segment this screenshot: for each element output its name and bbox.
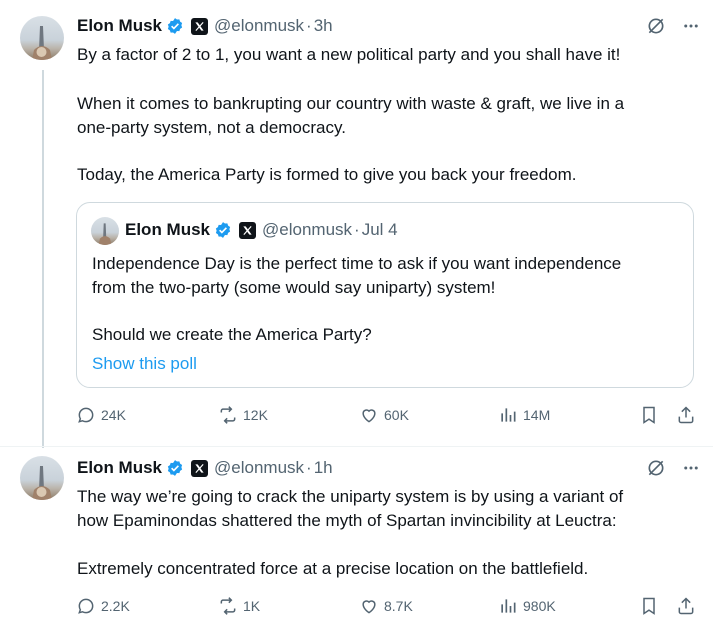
tweet-header: Elon Musk @elonmusk · 1h — [77, 458, 333, 478]
grok-icon[interactable] — [646, 458, 666, 478]
x-logo-icon — [191, 17, 209, 35]
tweet-text-line: When it comes to bankrupting our country… — [77, 94, 625, 113]
views-button[interactable]: 14M — [498, 405, 550, 425]
quoted-tweet[interactable]: Elon Musk @elonmusk · Jul 4 Independence… — [76, 202, 694, 388]
view-count: 14M — [523, 407, 551, 423]
verified-icon — [215, 222, 231, 238]
quoted-text-line: Should we create the America Party? — [92, 325, 372, 344]
reply-button[interactable]: 24K — [76, 405, 126, 425]
repost-icon — [220, 597, 236, 615]
like-button[interactable]: 8.7K — [359, 596, 413, 616]
views-button[interactable]: 980K — [498, 596, 556, 616]
views-icon — [501, 408, 516, 422]
quoted-tweet-header: Elon Musk @elonmusk · Jul 4 — [125, 220, 398, 240]
author-handle[interactable]: @elonmusk — [214, 458, 304, 478]
thread-line — [42, 70, 44, 448]
tweet-text-line: how Epaminondas shattered the myth of Sp… — [77, 511, 617, 530]
tweet-top-icons — [646, 458, 700, 478]
verified-icon — [167, 18, 183, 34]
tweet-text-line: Extremely concentrated force at a precis… — [77, 559, 589, 578]
timestamp[interactable]: 3h — [314, 16, 333, 36]
repost-icon — [220, 406, 236, 424]
author-name[interactable]: Elon Musk — [77, 458, 162, 478]
like-icon — [362, 600, 376, 614]
grok-icon[interactable] — [646, 16, 666, 36]
share-icon[interactable] — [676, 596, 696, 616]
tweet-text-line: The way we’re going to crack the unipart… — [77, 487, 624, 506]
separator: · — [306, 458, 312, 477]
tweet-text-line: Today, the America Party is formed to gi… — [77, 165, 577, 184]
reply-count: 24K — [101, 407, 126, 423]
tweet-header: Elon Musk @elonmusk · 3h — [77, 16, 333, 36]
avatar[interactable] — [20, 16, 64, 60]
like-icon — [362, 409, 376, 423]
share-icon[interactable] — [676, 405, 696, 425]
tweet-actions: 24K 12K 60K 14M — [76, 405, 696, 429]
quoted-text-line: from the two-party (some would say unipa… — [92, 278, 496, 297]
quoted-text-line: Independence Day is the perfect time to … — [92, 254, 622, 273]
separator: · — [306, 16, 312, 35]
like-count: 8.7K — [384, 598, 413, 614]
bookmark-icon[interactable] — [639, 405, 659, 425]
more-icon[interactable] — [682, 17, 700, 35]
view-count: 980K — [523, 598, 556, 614]
verified-icon — [167, 460, 183, 476]
repost-count: 1K — [243, 598, 261, 614]
like-count: 60K — [384, 407, 409, 423]
tweet-top-icons — [646, 16, 700, 36]
reply-icon — [78, 598, 94, 614]
author-handle[interactable]: @elonmusk — [214, 16, 304, 36]
bookmark-icon[interactable] — [639, 596, 659, 616]
more-icon[interactable] — [682, 459, 700, 477]
views-icon — [501, 599, 516, 613]
timestamp[interactable]: 1h — [314, 458, 333, 478]
x-logo-icon — [191, 459, 209, 477]
show-poll-link[interactable]: Show this poll — [92, 352, 197, 376]
tweet-actions: 2.2K 1K 8.7K 980K — [76, 596, 696, 620]
tweet-text-line: By a factor of 2 to 1, you want a new po… — [77, 45, 621, 64]
reply-icon — [78, 407, 94, 423]
like-button[interactable]: 60K — [359, 405, 409, 425]
tweet-text-line: one-party system, not a democracy. — [77, 118, 346, 137]
repost-button[interactable]: 12K — [218, 405, 268, 425]
repost-count: 12K — [243, 407, 268, 423]
separator: · — [354, 220, 360, 239]
reply-button[interactable]: 2.2K — [76, 596, 130, 616]
repost-button[interactable]: 1K — [218, 596, 260, 616]
x-logo-icon — [239, 221, 257, 239]
author-name: Elon Musk — [125, 220, 211, 239]
author-handle: @elonmusk — [262, 220, 353, 239]
avatar[interactable] — [20, 456, 64, 500]
author-name[interactable]: Elon Musk — [77, 16, 162, 36]
avatar — [91, 217, 119, 245]
reply-count: 2.2K — [101, 598, 130, 614]
tweet-divider — [0, 446, 713, 447]
timestamp: Jul 4 — [361, 220, 398, 239]
